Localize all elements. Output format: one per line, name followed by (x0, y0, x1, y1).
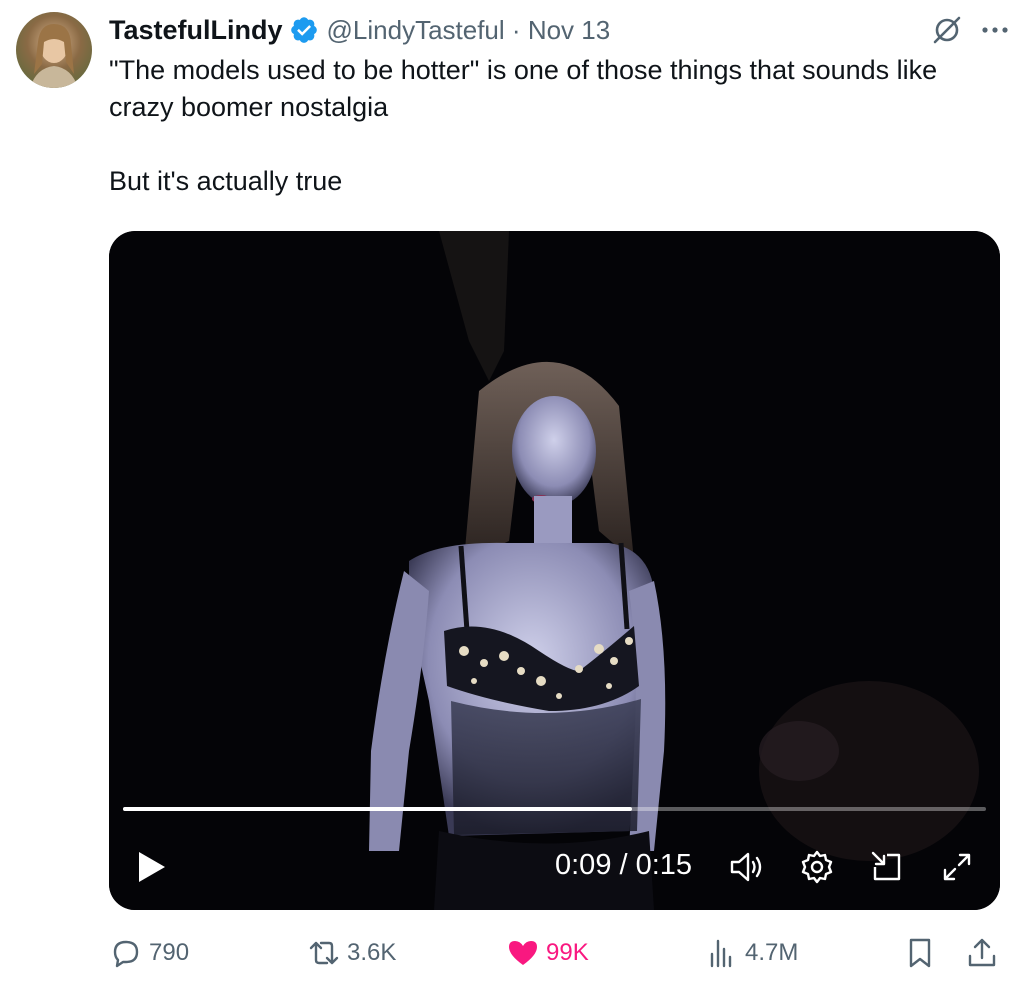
tweet-paragraph: "The models used to be hotter" is one of… (109, 55, 938, 122)
video-controls: 0:09 / 0:15 (109, 837, 1000, 893)
heart-filled-icon (509, 941, 537, 965)
reply-button[interactable]: 790 (109, 930, 189, 976)
tweet-actions: 790 3.6K 99K 4.7M (109, 930, 1000, 976)
like-button[interactable]: 99K (506, 930, 589, 976)
reply-icon (113, 940, 139, 968)
like-count: 99K (546, 939, 589, 966)
bookmark-icon (909, 938, 931, 968)
video-progress-fill (123, 807, 633, 811)
tweet-paragraph: But it's actually true (109, 166, 343, 196)
meta-separator: · (511, 14, 521, 45)
video-time: 0:09 / 0:15 (555, 849, 693, 881)
verified-badge-icon[interactable] (289, 15, 319, 45)
author-meta: @LindyTasteful · Nov 13 (327, 15, 611, 46)
views-button[interactable]: 4.7M (705, 930, 798, 976)
avatar[interactable] (16, 12, 92, 88)
grok-icon[interactable] (930, 13, 964, 47)
more-icon[interactable] (978, 13, 1012, 47)
reply-count: 790 (149, 939, 190, 966)
bookmark-button[interactable] (903, 930, 937, 976)
share-icon (968, 938, 996, 967)
tweet-date[interactable]: Nov 13 (528, 15, 610, 45)
volume-icon[interactable] (727, 847, 767, 887)
repost-count: 3.6K (347, 939, 397, 966)
picture-in-picture-icon[interactable] (867, 847, 907, 887)
fullscreen-icon[interactable] (937, 847, 977, 887)
author-display-name[interactable]: TastefulLindy (109, 15, 283, 46)
tweet-text: "The models used to be hotter" is one of… (109, 52, 1009, 200)
views-chart-icon (710, 939, 732, 968)
author-handle[interactable]: @LindyTasteful (327, 15, 505, 45)
views-count: 4.7M (745, 939, 799, 966)
play-icon[interactable] (131, 847, 171, 887)
repost-icon (309, 941, 339, 965)
header-actions (930, 12, 1012, 48)
share-button[interactable] (965, 930, 999, 976)
video-player[interactable]: 0:09 / 0:15 (109, 231, 1000, 910)
avatar-image (30, 24, 78, 88)
video-progress-bar[interactable] (123, 807, 986, 811)
settings-icon[interactable] (797, 847, 837, 887)
repost-button[interactable]: 3.6K (307, 930, 396, 976)
tweet-header: TastefulLindy @LindyTasteful · Nov 13 (109, 12, 1012, 48)
